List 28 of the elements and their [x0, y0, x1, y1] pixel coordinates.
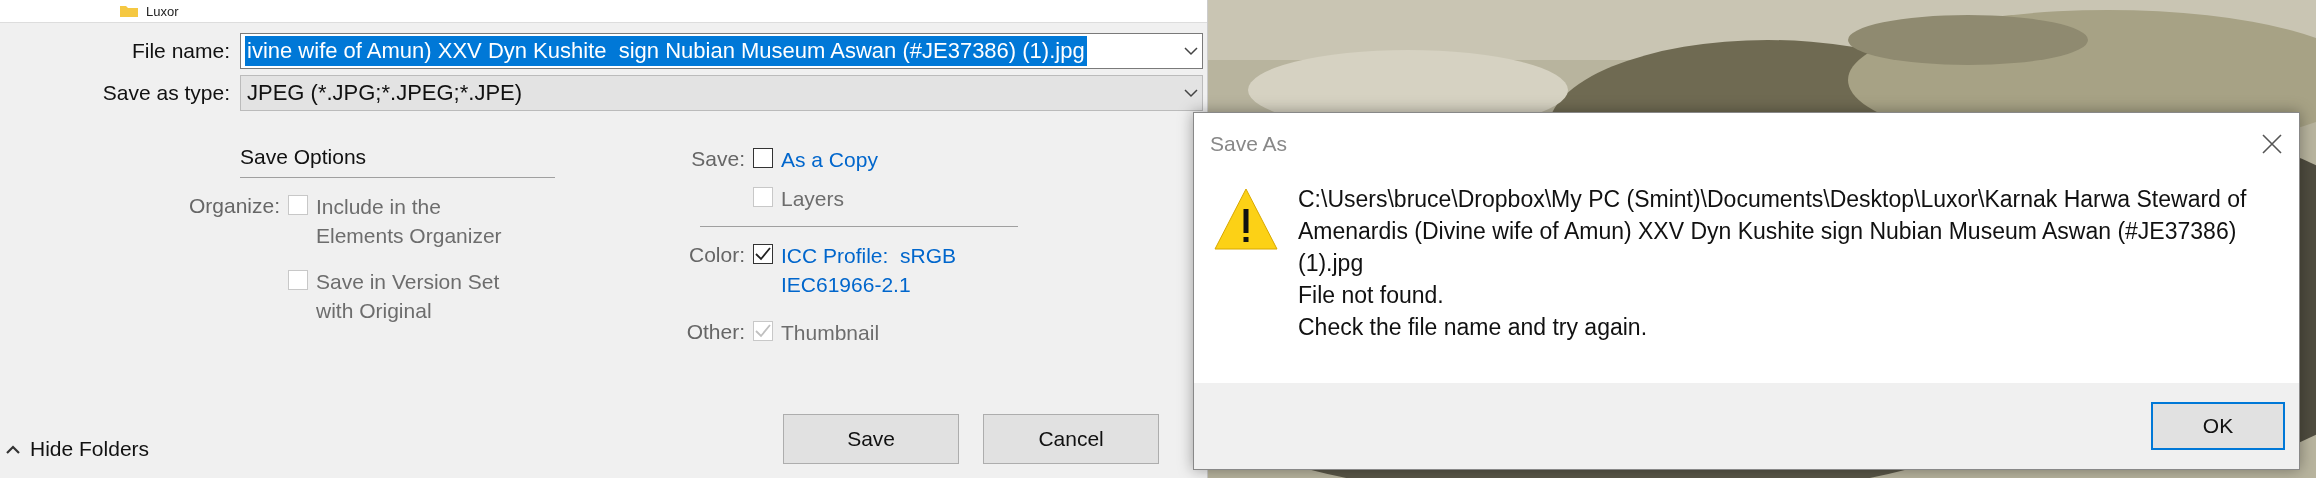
message-text: File not found.	[1298, 281, 1445, 310]
option-label: Organize:	[187, 193, 280, 219]
checkmark-icon	[755, 246, 771, 261]
chevron-down-icon[interactable]	[1184, 88, 1198, 98]
checkmark-icon	[755, 323, 771, 338]
close-icon[interactable]	[2261, 133, 2283, 155]
folder-item[interactable]: Luxor	[146, 3, 179, 19]
checkbox-option[interactable]: ICC Profile: sRGB IEC61966-2.1	[753, 240, 1080, 300]
option-label: Other:	[685, 318, 745, 345]
file-type-dropdown[interactable]: JPEG (*.JPG;*.JPEG;*.JPE)	[240, 75, 1203, 111]
dialog-title: Save As	[1210, 132, 1288, 156]
chevron-up-icon	[6, 444, 20, 454]
checkbox-option[interactable]: As a Copy	[753, 145, 1080, 175]
section-heading: Save Options	[240, 145, 367, 168]
chevron-down-icon[interactable]	[1184, 46, 1198, 56]
cancel-button[interactable]: Cancel	[983, 414, 1160, 464]
ok-button[interactable]: OK	[2151, 402, 2285, 450]
option-label: Save:	[690, 146, 745, 172]
folder-icon	[120, 5, 138, 17]
hide-folders-button[interactable]: Hide Folders	[6, 437, 150, 461]
warning-icon	[1214, 187, 1278, 251]
field-label: Save as type:	[101, 81, 231, 105]
save-button[interactable]: Save	[783, 414, 960, 464]
field-label: File name:	[130, 39, 231, 63]
option-label: Color:	[687, 241, 745, 268]
message-text: Check the file name and try again.	[1298, 313, 1649, 342]
file-path-text: C:\Users\bruce\Dropbox\My PC (Smint)\Documents\Desktop\Luxor\Karnak Harwa Steward of Amenardis (Divine wife of Amun) XXV Dyn Kushite sign Nubian Museum Aswan (#JE37386) (1).jpg	[1298, 185, 2248, 278]
file-name-field[interactable]: ivine wife of Amun) XXV Dyn Kushite sign Nubian Museum Aswan (#JE37386) (1).jpg	[240, 33, 1203, 69]
